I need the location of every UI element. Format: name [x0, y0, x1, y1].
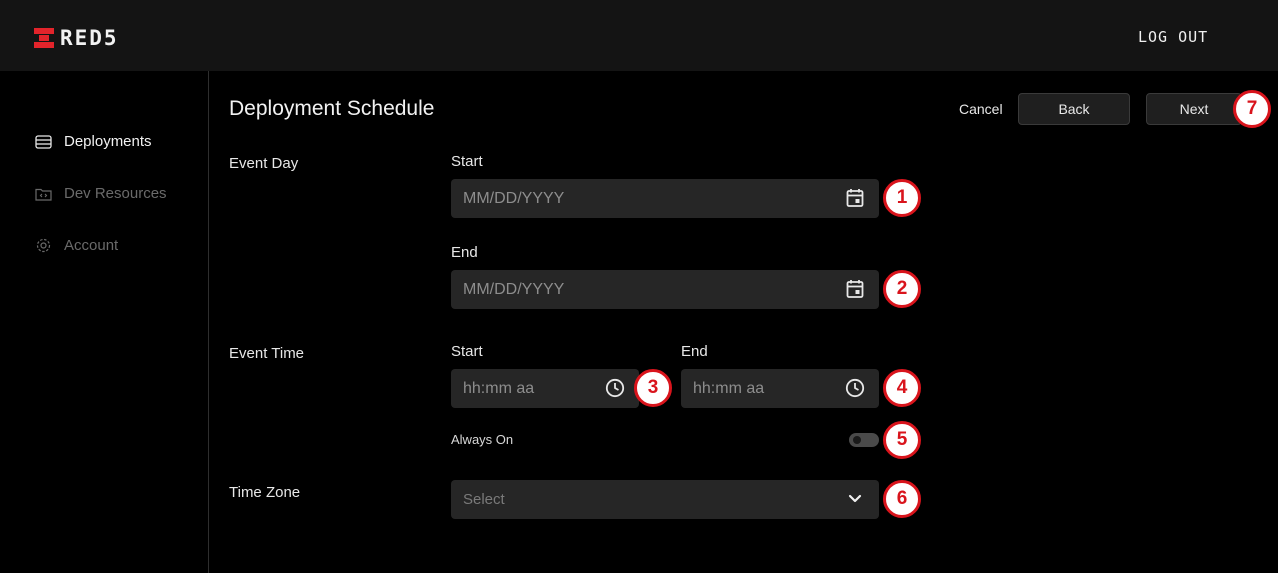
top-bar: RED5 LOG OUT [0, 0, 1278, 71]
sidebar: Deployments Dev Resources Account [0, 71, 209, 573]
event-day-end-input[interactable]: MM/DD/YYYY [451, 270, 879, 309]
always-on-toggle[interactable] [849, 433, 879, 447]
sidebar-item-deployments[interactable]: Deployments [35, 133, 152, 150]
event-day-start-input[interactable]: MM/DD/YYYY [451, 179, 879, 218]
time-zone-select[interactable]: Select [451, 480, 879, 519]
callout-badge-4: 4 [883, 369, 921, 407]
clock-icon[interactable] [605, 378, 625, 398]
sidebar-item-label: Deployments [64, 133, 152, 150]
callout-badge-1: 1 [883, 179, 921, 217]
sidebar-item-label: Account [64, 237, 119, 254]
clock-icon[interactable] [845, 378, 865, 398]
back-button[interactable]: Back [1018, 93, 1130, 125]
event-day-end-label: End [451, 244, 478, 261]
logout-button[interactable]: LOG OUT [1138, 28, 1208, 46]
time-zone-label: Time Zone [229, 484, 301, 501]
event-time-start-label: Start [451, 343, 483, 360]
gear-icon [35, 237, 52, 254]
input-placeholder: MM/DD/YYYY [463, 280, 565, 298]
event-time-start-input[interactable]: hh:mm aa [451, 369, 639, 408]
stack-icon [35, 133, 52, 150]
event-time-end-input[interactable]: hh:mm aa [681, 369, 879, 408]
callout-badge-5: 5 [883, 421, 921, 459]
callout-badge-3: 3 [634, 369, 672, 407]
next-button[interactable]: Next [1146, 93, 1242, 125]
callout-badge-6: 6 [883, 480, 921, 518]
input-placeholder: hh:mm aa [693, 379, 765, 397]
toggle-knob [853, 436, 861, 444]
sidebar-item-account[interactable]: Account [35, 237, 118, 254]
folder-code-icon [35, 185, 52, 202]
red5-logo-icon [34, 28, 54, 48]
event-time-label: Event Time [229, 345, 305, 362]
page-title: Deployment Schedule [229, 97, 435, 120]
chevron-down-icon [845, 489, 865, 509]
red5-logo[interactable]: RED5 [34, 26, 119, 50]
event-day-label: Event Day [229, 155, 299, 172]
event-day-start-label: Start [451, 153, 483, 170]
input-placeholder: MM/DD/YYYY [463, 189, 565, 207]
logo-text: RED5 [60, 26, 119, 50]
cancel-button[interactable]: Cancel [959, 101, 1003, 117]
callout-badge-2: 2 [883, 270, 921, 308]
always-on-label: Always On [451, 432, 514, 447]
input-placeholder: hh:mm aa [463, 379, 535, 397]
event-time-end-label: End [681, 343, 708, 360]
calendar-icon[interactable] [845, 188, 865, 208]
sidebar-item-label: Dev Resources [64, 185, 167, 202]
sidebar-item-dev-resources[interactable]: Dev Resources [35, 185, 167, 202]
callout-badge-7: 7 [1233, 90, 1271, 128]
select-placeholder: Select [463, 491, 505, 508]
calendar-icon[interactable] [845, 279, 865, 299]
